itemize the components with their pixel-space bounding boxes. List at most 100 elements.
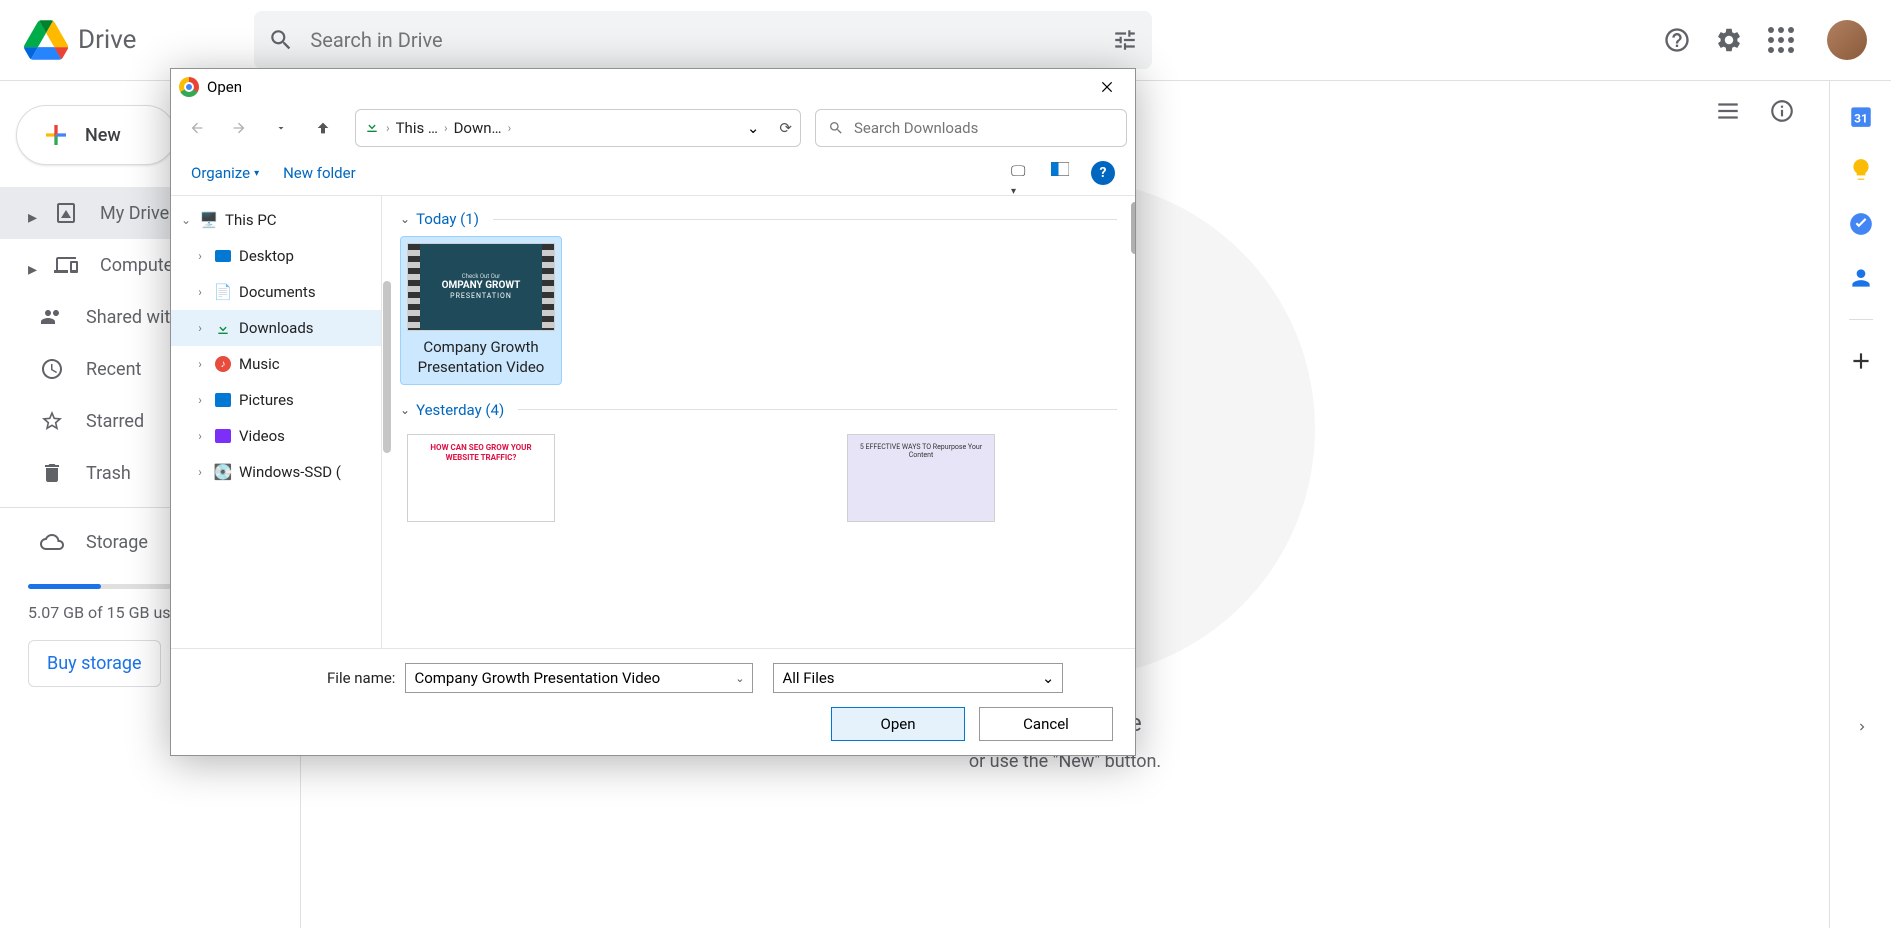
dialog-footer: File name: Company Growth Presentation V… xyxy=(171,648,1135,755)
group-yesterday[interactable]: ⌄ Yesterday (4) xyxy=(400,401,1117,419)
pictures-icon xyxy=(213,390,233,410)
dropdown-icon[interactable]: ⌄ xyxy=(735,672,744,685)
tree-windows-ssd[interactable]: › 💽 Windows-SSD ( xyxy=(171,454,381,490)
nav-label: Trash xyxy=(86,463,131,484)
trash-icon xyxy=(40,461,64,485)
info-icon[interactable] xyxy=(1769,98,1795,124)
chevron-down-icon: ⌄ xyxy=(179,213,193,227)
dialog-body: ⌄ 🖥️ This PC › Desktop › 📄 Documents › D… xyxy=(171,195,1135,648)
tree-documents[interactable]: › 📄 Documents xyxy=(171,274,381,310)
new-button[interactable]: New xyxy=(16,105,176,165)
recent-icon xyxy=(40,357,64,381)
breadcrumb-this-pc[interactable]: This … xyxy=(396,119,438,137)
calendar-icon[interactable]: 31 xyxy=(1848,103,1874,129)
dropdown-icon[interactable]: ⌄ xyxy=(1042,669,1055,687)
file-repurpose[interactable]: 5 EFFECTIVE WAYS TO Repurpose Your Conte… xyxy=(840,427,1002,535)
drive-app-name: Drive xyxy=(78,25,136,55)
tasks-icon[interactable] xyxy=(1848,211,1874,237)
dialog-help-icon[interactable]: ? xyxy=(1091,161,1115,185)
computers-icon xyxy=(54,253,78,277)
side-expand-icon[interactable] xyxy=(1855,714,1869,740)
forward-button[interactable] xyxy=(221,110,257,146)
desktop-icon xyxy=(213,246,233,266)
back-button[interactable] xyxy=(179,110,215,146)
dialog-titlebar: Open xyxy=(171,69,1135,105)
tune-icon[interactable] xyxy=(1112,27,1138,53)
recent-locations-button[interactable] xyxy=(263,110,299,146)
tree-videos[interactable]: › Videos xyxy=(171,418,381,454)
add-icon[interactable] xyxy=(1848,348,1874,374)
cloud-icon xyxy=(40,530,64,554)
contacts-icon[interactable] xyxy=(1848,265,1874,291)
apps-icon[interactable] xyxy=(1767,26,1795,54)
file-list-scrollbar[interactable] xyxy=(1131,202,1135,254)
refresh-icon[interactable]: ⟳ xyxy=(779,119,792,137)
chevron-right-icon: › xyxy=(193,429,207,443)
file-seo[interactable]: HOW CAN SEO GROW YOUR WEBSITE TRAFFIC? xyxy=(400,427,562,535)
new-button-label: New xyxy=(85,125,121,146)
open-button[interactable]: Open xyxy=(831,707,965,741)
file-name-input[interactable]: Company Growth Presentation Video ⌄ xyxy=(405,663,753,693)
tree-pictures[interactable]: › Pictures xyxy=(171,382,381,418)
address-bar[interactable]: › This … › Down… › ⌄ ⟳ xyxy=(355,109,801,147)
cancel-button[interactable]: Cancel xyxy=(979,707,1113,741)
nav-label: Starred xyxy=(86,411,144,432)
nav-label: Recent xyxy=(86,359,141,380)
dialog-nav: › This … › Down… › ⌄ ⟳ xyxy=(171,105,1135,151)
downloads-folder-icon xyxy=(364,118,380,138)
dialog-search-input[interactable] xyxy=(854,119,1114,137)
up-button[interactable] xyxy=(305,110,341,146)
doc-thumbnail: HOW CAN SEO GROW YOUR WEBSITE TRAFFIC? xyxy=(407,434,555,522)
chevron-right-icon: ▸ xyxy=(28,207,40,219)
chevron-right-icon: › xyxy=(193,249,207,263)
breadcrumb-downloads[interactable]: Down… xyxy=(454,119,502,137)
organize-menu[interactable]: Organize ▾ xyxy=(191,164,259,182)
view-mode-icon[interactable]: 🖵 ▾ xyxy=(1011,162,1033,184)
chevron-right-icon: › xyxy=(193,321,207,335)
close-icon xyxy=(1100,80,1114,94)
video-thumbnail: Check Out Our OMPANY GROWT PRESENTATION xyxy=(407,243,555,331)
search-bar[interactable] xyxy=(254,11,1152,69)
doc-thumbnail: 5 EFFECTIVE WAYS TO Repurpose Your Conte… xyxy=(847,434,995,522)
search-icon xyxy=(268,27,294,53)
help-icon[interactable] xyxy=(1663,26,1691,54)
chevron-right-icon: › xyxy=(193,393,207,407)
pc-icon: 🖥️ xyxy=(199,210,219,230)
address-dropdown-icon[interactable]: ⌄ xyxy=(747,119,760,137)
plus-icon xyxy=(41,120,71,150)
group-today[interactable]: ⌄ Today (1) xyxy=(400,210,1117,228)
file-type-select[interactable]: All Files ⌄ xyxy=(773,663,1063,693)
tree-downloads[interactable]: › Downloads xyxy=(171,310,381,346)
tree-this-pc[interactable]: ⌄ 🖥️ This PC xyxy=(171,202,381,238)
nav-label: My Drive xyxy=(100,203,169,224)
preview-pane-icon[interactable] xyxy=(1051,162,1073,184)
list-view-icon[interactable] xyxy=(1715,98,1741,124)
drive-logo[interactable]: Drive xyxy=(24,18,136,62)
search-icon xyxy=(828,120,844,136)
dialog-search[interactable] xyxy=(815,109,1127,147)
search-input[interactable] xyxy=(310,28,1112,52)
keep-icon[interactable] xyxy=(1848,157,1874,183)
avatar[interactable] xyxy=(1827,20,1867,60)
nav-label: Storage xyxy=(86,532,148,553)
documents-icon: 📄 xyxy=(213,282,233,302)
close-button[interactable] xyxy=(1087,72,1127,102)
file-open-dialog: Open › This … › Down… › ⌄ ⟳ Organize ▾ N… xyxy=(170,68,1136,756)
file-company-growth[interactable]: Check Out Our OMPANY GROWT PRESENTATION … xyxy=(400,236,562,385)
buy-storage-button[interactable]: Buy storage xyxy=(28,640,161,687)
tree-desktop[interactable]: › Desktop xyxy=(171,238,381,274)
music-icon: ♪ xyxy=(213,354,233,374)
dialog-title: Open xyxy=(207,78,242,96)
chevron-right-icon: › xyxy=(508,121,512,135)
tree-music[interactable]: › ♪ Music xyxy=(171,346,381,382)
drive-disk-icon: 💽 xyxy=(213,462,233,482)
settings-icon[interactable] xyxy=(1715,26,1743,54)
folder-tree[interactable]: ⌄ 🖥️ This PC › Desktop › 📄 Documents › D… xyxy=(171,196,381,648)
drive-logo-icon xyxy=(24,18,68,62)
side-rail: 31 xyxy=(1829,81,1891,928)
file-name-label: Company Growth Presentation Video xyxy=(407,337,555,378)
new-folder-button[interactable]: New folder xyxy=(283,164,356,182)
videos-icon xyxy=(213,426,233,446)
file-list[interactable]: ⌄ Today (1) Check Out Our OMPANY GROWT P… xyxy=(381,196,1135,648)
star-icon xyxy=(40,409,64,433)
